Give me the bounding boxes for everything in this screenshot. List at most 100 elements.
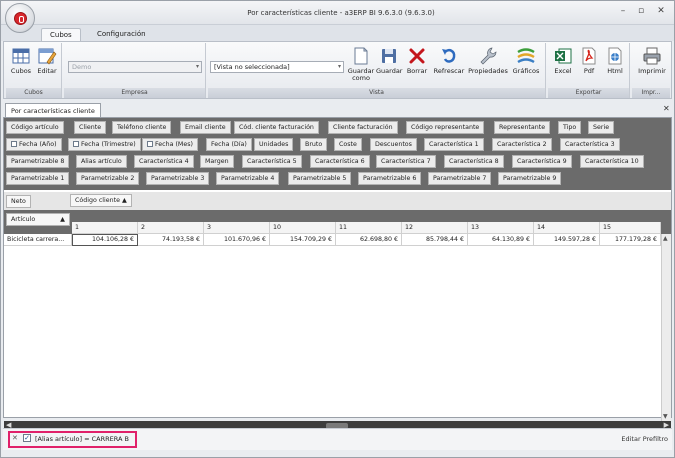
empresa-select[interactable]: Demo ▾ — [68, 61, 202, 73]
scroll-up-icon[interactable]: ▲ — [663, 235, 668, 242]
guardar-button[interactable]: Guardar — [376, 46, 402, 75]
field-chip[interactable]: Bruto — [300, 138, 328, 151]
column-header[interactable]: 12 — [402, 222, 468, 234]
field-chip[interactable]: Teléfono cliente — [112, 121, 172, 134]
pdf-label: Pdf — [583, 67, 595, 75]
field-chip[interactable]: Parametrizable 2 — [76, 172, 140, 185]
html-button[interactable]: Html — [602, 46, 628, 75]
field-chip[interactable]: Email cliente — [180, 121, 231, 134]
field-chip[interactable]: Característica 8 — [444, 155, 504, 168]
close-window-button[interactable]: ✕ — [653, 6, 669, 16]
data-field-chip[interactable]: Neto — [6, 195, 31, 208]
row-header[interactable]: Bicicleta carrera... — [4, 234, 72, 246]
graficos-button[interactable]: Gráficos — [510, 46, 542, 75]
title-bar: Por características cliente - a3ERP BI 9… — [1, 1, 674, 25]
field-chip[interactable]: Representante — [494, 121, 551, 134]
field-chip[interactable]: Característica 4 — [134, 155, 194, 168]
field-chip[interactable]: Parametrizable 3 — [146, 172, 210, 185]
column-header[interactable]: 13 — [468, 222, 534, 234]
field-chip[interactable]: Código representante — [406, 121, 485, 134]
minimize-button[interactable]: – — [615, 6, 631, 16]
column-header[interactable]: 2 — [138, 222, 204, 234]
document-tab[interactable]: Por características cliente — [5, 103, 101, 117]
refrescar-button[interactable]: Refrescar — [432, 46, 466, 75]
field-chip[interactable]: Característica 5 — [242, 155, 302, 168]
column-header[interactable]: 11 — [336, 222, 402, 234]
column-field-chip[interactable]: Código cliente ▲ — [70, 194, 132, 207]
field-chip[interactable]: Parametrizable 8 — [6, 155, 70, 168]
field-chip[interactable]: Característica 2 — [492, 138, 552, 151]
filter-checkbox[interactable]: ✓ — [23, 434, 31, 442]
table-cell[interactable]: 104.106,28 € — [72, 234, 138, 246]
table-cell[interactable]: 85.798,44 € — [402, 234, 468, 246]
app-window: Por características cliente - a3ERP BI 9… — [0, 0, 675, 458]
table-cell[interactable]: 74.193,58 € — [138, 234, 204, 246]
editar-button[interactable]: Editar — [34, 46, 60, 75]
table-cell[interactable]: 101.670,96 € — [204, 234, 270, 246]
borrar-button[interactable]: Borrar — [404, 46, 430, 75]
column-header[interactable]: 10 — [270, 222, 336, 234]
field-chip[interactable]: Serie — [588, 121, 615, 134]
field-chip[interactable]: Parametrizable 5 — [288, 172, 352, 185]
table-cell[interactable]: 154.709,29 € — [270, 234, 336, 246]
field-chip[interactable]: Coste — [334, 138, 362, 151]
field-chip[interactable]: Tipo — [558, 121, 582, 134]
field-chip[interactable]: Cliente — [74, 121, 107, 134]
app-logo-button[interactable] — [5, 3, 35, 33]
maximize-button[interactable]: ▫ — [633, 6, 649, 16]
field-chip[interactable]: Fecha (Trimestre) — [68, 138, 141, 151]
field-chip[interactable]: Característica 10 — [580, 155, 644, 168]
field-chip[interactable]: Margen — [200, 155, 234, 168]
refrescar-label: Refrescar — [433, 67, 465, 75]
field-chip[interactable]: Parametrizable 6 — [358, 172, 422, 185]
column-header[interactable]: 15 — [600, 222, 661, 234]
new-document-icon — [354, 47, 368, 65]
calendar-checkbox-icon — [147, 141, 153, 147]
vertical-scrollbar[interactable]: ▲ ▼ — [661, 234, 671, 421]
field-chip[interactable]: Característica 1 — [424, 138, 484, 151]
field-chip[interactable]: Característica 6 — [310, 155, 370, 168]
field-chip[interactable]: Parametrizable 7 — [428, 172, 492, 185]
field-chip[interactable]: Cliente facturación — [328, 121, 398, 134]
tab-configuracion[interactable]: Configuración — [89, 28, 154, 42]
pdf-button[interactable]: Pdf — [576, 46, 602, 75]
field-chip[interactable]: Fecha (Mes) — [142, 138, 198, 151]
table-cell[interactable]: 177.179,28 € — [600, 234, 661, 246]
column-header[interactable]: 1 — [72, 222, 138, 234]
tab-cubos[interactable]: Cubos — [41, 28, 81, 42]
field-chip[interactable]: Cód. cliente facturación — [234, 121, 319, 134]
field-chip[interactable]: Característica 3 — [560, 138, 620, 151]
imprimir-button[interactable]: Imprimir — [636, 46, 668, 75]
vista-value: [Vista no seleccionada] — [214, 63, 290, 71]
column-header[interactable]: 14 — [534, 222, 600, 234]
field-chip[interactable]: Parametrizable 4 — [216, 172, 280, 185]
close-document-icon[interactable]: ✕ — [663, 104, 670, 113]
field-chip[interactable]: Fecha (Día) — [206, 138, 252, 151]
field-chip[interactable]: Característica 7 — [376, 155, 436, 168]
edit-prefilter-link[interactable]: Editar Prefiltro — [621, 435, 668, 443]
field-chip[interactable]: Parametrizable 9 — [498, 172, 562, 185]
vista-select[interactable]: [Vista no seleccionada] ▾ — [210, 61, 344, 73]
field-chip[interactable]: Alias artículo — [76, 155, 127, 168]
excel-button[interactable]: Excel — [550, 46, 576, 75]
table-cell[interactable]: 62.698,80 € — [336, 234, 402, 246]
propiedades-button[interactable]: Propiedades — [468, 46, 508, 75]
clear-filter-icon[interactable]: ✕ — [12, 434, 18, 442]
scroll-down-icon[interactable]: ▼ — [663, 413, 668, 420]
field-chip[interactable]: Parametrizable 1 — [6, 172, 70, 185]
cubos-button[interactable]: Cubos — [8, 46, 34, 75]
field-chip[interactable]: Característica 9 — [512, 155, 572, 168]
row-field-chip[interactable]: Artículo ▲ — [6, 213, 70, 226]
field-chip[interactable]: Descuentos — [370, 138, 417, 151]
table-cell[interactable]: 64.130,89 € — [468, 234, 534, 246]
column-header[interactable]: 3 — [204, 222, 270, 234]
field-chip[interactable]: Fecha (Año) — [6, 138, 62, 151]
guardar-como-label: Guardar como — [347, 67, 375, 82]
guardar-como-button[interactable]: Guardar como — [346, 46, 376, 82]
column-field-label: Código cliente — [75, 197, 121, 204]
field-chip[interactable]: Código artículo — [6, 121, 64, 134]
field-chip[interactable]: Unidades — [254, 138, 294, 151]
table-cell[interactable]: 149.597,28 € — [534, 234, 600, 246]
row-field-label: Artículo — [11, 216, 36, 223]
wrench-icon — [480, 47, 497, 65]
